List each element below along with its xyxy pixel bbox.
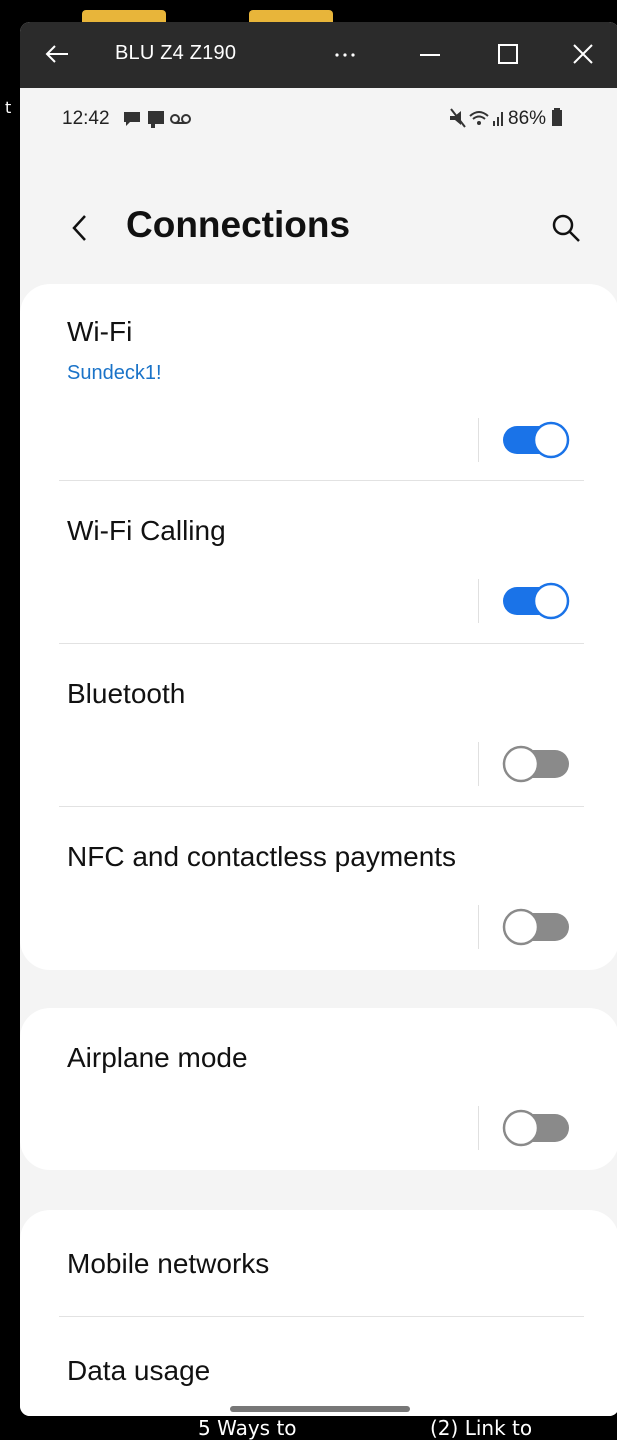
connections-card-airplane: Airplane mode bbox=[20, 1008, 617, 1170]
background-text-fragment: t bbox=[5, 98, 12, 117]
wifi-network-name: Sundeck1! bbox=[67, 362, 162, 384]
mute-icon bbox=[450, 108, 466, 128]
cast-message-icon bbox=[148, 111, 164, 128]
taskbar-item-label[interactable]: (2) Link to bbox=[430, 1416, 532, 1440]
page-header: Connections bbox=[20, 172, 617, 282]
setting-label: Wi-Fi Calling bbox=[67, 515, 226, 546]
gesture-home-bar[interactable] bbox=[230, 1406, 410, 1412]
close-icon[interactable] bbox=[565, 36, 601, 72]
cell-signal-icon bbox=[493, 112, 503, 126]
maximize-icon[interactable] bbox=[490, 36, 526, 72]
wifi-signal-icon bbox=[469, 111, 489, 125]
message-icon bbox=[124, 112, 140, 126]
arrow-left-icon[interactable] bbox=[42, 36, 72, 72]
search-icon[interactable] bbox=[548, 210, 584, 246]
wifi-calling-toggle[interactable] bbox=[502, 581, 570, 621]
wifi-toggle[interactable] bbox=[502, 420, 570, 460]
setting-label: Data usage bbox=[67, 1355, 211, 1386]
phone-mirror-window: BLU Z4 Z190 12:42 86% Connections Wi-Fi … bbox=[20, 22, 617, 1416]
row-separator bbox=[478, 905, 479, 949]
setting-row-mobile-networks[interactable]: Mobile networks bbox=[20, 1210, 617, 1316]
row-separator bbox=[478, 742, 479, 786]
setting-label: NFC and contactless payments bbox=[67, 841, 457, 872]
setting-label: Airplane mode bbox=[67, 1042, 248, 1073]
window-title: BLU Z4 Z190 bbox=[115, 42, 237, 64]
chevron-left-icon[interactable] bbox=[65, 210, 95, 246]
battery-level: 86% bbox=[508, 108, 563, 130]
status-bar: 12:42 86% bbox=[20, 88, 617, 148]
row-separator bbox=[478, 1106, 479, 1150]
nfc-toggle[interactable] bbox=[502, 907, 570, 947]
setting-row-wifi[interactable]: Wi-Fi Sundeck1! bbox=[20, 284, 617, 480]
taskbar-item-label[interactable]: 5 Ways to bbox=[198, 1416, 297, 1440]
connections-card-primary: Wi-Fi Sundeck1! Wi-Fi Calling Bluetooth … bbox=[20, 284, 617, 970]
row-separator bbox=[478, 418, 479, 462]
airplane-mode-toggle[interactable] bbox=[502, 1108, 570, 1148]
setting-label: Bluetooth bbox=[67, 678, 186, 709]
setting-row-wifi-calling[interactable]: Wi-Fi Calling bbox=[20, 481, 617, 643]
status-time: 12:42 bbox=[62, 108, 110, 129]
setting-row-nfc[interactable]: NFC and contactless payments bbox=[20, 807, 617, 970]
minimize-icon[interactable] bbox=[412, 36, 448, 72]
setting-row-bluetooth[interactable]: Bluetooth bbox=[20, 644, 617, 806]
ellipsis-icon[interactable] bbox=[330, 36, 360, 72]
battery-icon bbox=[552, 108, 563, 126]
desktop-folder-icon bbox=[249, 10, 333, 22]
setting-row-airplane-mode[interactable]: Airplane mode bbox=[20, 1008, 617, 1170]
setting-label: Wi-Fi bbox=[67, 316, 133, 347]
notification-icons bbox=[122, 108, 202, 130]
desktop-folder-icon bbox=[82, 10, 166, 22]
bluetooth-toggle[interactable] bbox=[502, 744, 570, 784]
connections-card-network: Mobile networks Data usage bbox=[20, 1210, 617, 1416]
setting-label: Mobile networks bbox=[67, 1248, 270, 1279]
window-titlebar: BLU Z4 Z190 bbox=[20, 22, 617, 88]
setting-row-data-usage[interactable]: Data usage bbox=[20, 1317, 617, 1416]
voicemail-icon bbox=[170, 114, 191, 124]
row-separator bbox=[478, 579, 479, 623]
page-title: Connections bbox=[126, 204, 351, 245]
